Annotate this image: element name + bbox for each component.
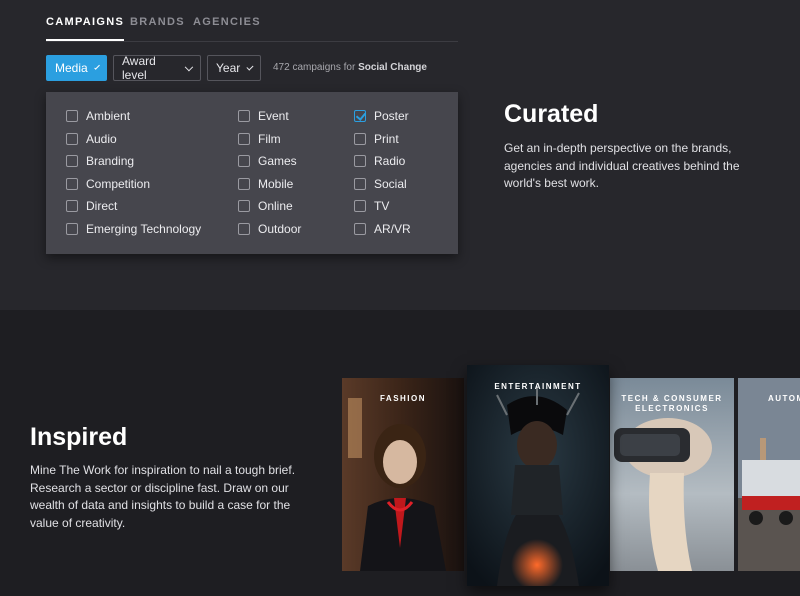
checkbox[interactable]	[354, 223, 366, 235]
option-label: Emerging Technology	[86, 222, 202, 236]
option-label: Print	[374, 132, 399, 146]
card-label: ENTERTAINMENT	[494, 382, 582, 391]
checkbox[interactable]	[354, 200, 366, 212]
year-filter-label: Year	[216, 61, 241, 75]
entertainment-image	[467, 365, 609, 586]
curated-description: Get an in-depth perspective on the brand…	[504, 141, 740, 190]
option-label: Branding	[86, 154, 135, 168]
checkbox[interactable]	[238, 178, 250, 190]
checkbox[interactable]	[354, 133, 366, 145]
media-option-online[interactable]: Online	[238, 199, 293, 213]
category-card-entertainment[interactable]: ENTERTAINMENT	[467, 365, 609, 586]
tab-agencies[interactable]: AGENCIES	[193, 16, 261, 28]
campaign-count-topic: Social Change	[358, 62, 427, 73]
browse-tabs: CAMPAIGNS BRANDS AGENCIES	[46, 0, 458, 42]
media-option-ambient[interactable]: Ambient	[66, 109, 130, 123]
option-label: Audio	[86, 132, 117, 146]
checkbox[interactable]	[354, 155, 366, 167]
category-card-fashion[interactable]: FASHION	[342, 378, 464, 571]
chevron-down-icon	[93, 63, 100, 70]
checkbox[interactable]	[66, 223, 78, 235]
media-filter-button[interactable]: Media	[46, 55, 107, 81]
option-label: AR/VR	[374, 222, 411, 236]
category-card-automotive[interactable]: AUTOM	[738, 378, 800, 571]
checkbox-checked[interactable]	[354, 110, 366, 122]
tab-campaigns[interactable]: CAMPAIGNS	[46, 16, 125, 41]
checkbox[interactable]	[66, 110, 78, 122]
checkbox[interactable]	[238, 155, 250, 167]
chevron-down-icon	[185, 62, 194, 71]
media-dropdown-menu: Ambient Audio Branding Competition Direc…	[46, 92, 458, 254]
inspired-description: Mine The Work for inspiration to nail a …	[30, 463, 296, 530]
checkbox[interactable]	[66, 178, 78, 190]
media-option-film[interactable]: Film	[238, 132, 281, 146]
option-label: Games	[258, 154, 297, 168]
curated-title: Curated	[504, 100, 599, 128]
option-label: Mobile	[258, 177, 294, 191]
year-filter-button[interactable]: Year	[207, 55, 261, 81]
media-option-event[interactable]: Event	[238, 109, 289, 123]
media-option-games[interactable]: Games	[238, 154, 297, 168]
media-option-radio[interactable]: Radio	[354, 154, 405, 168]
checkbox[interactable]	[66, 200, 78, 212]
media-option-mobile[interactable]: Mobile	[238, 177, 293, 191]
checkbox[interactable]	[238, 223, 250, 235]
media-option-poster[interactable]: Poster	[354, 109, 409, 123]
media-option-social[interactable]: Social	[354, 177, 407, 191]
option-label: Competition	[86, 177, 151, 191]
card-label: AUTOM	[768, 394, 800, 403]
media-option-ar-vr[interactable]: AR/VR	[354, 222, 411, 236]
option-label: Outdoor	[258, 222, 302, 236]
checkbox[interactable]	[66, 133, 78, 145]
award-level-filter-button[interactable]: Award level	[113, 54, 201, 82]
campaign-count-prefix: 472 campaigns for	[273, 62, 356, 73]
card-label: TECH & CONSUMER ELECTRONICS	[621, 394, 723, 413]
checkbox[interactable]	[238, 200, 250, 212]
option-label: Ambient	[86, 109, 131, 123]
campaign-count: 472 campaigns for Social Change	[273, 62, 427, 73]
media-option-emerging-technology[interactable]: Emerging Technology	[66, 222, 201, 236]
media-option-direct[interactable]: Direct	[66, 199, 117, 213]
chevron-down-icon	[246, 63, 254, 70]
option-label: Event	[258, 109, 289, 123]
option-label: Film	[258, 132, 281, 146]
browse-section: CAMPAIGNS BRANDS AGENCIES Media Award le…	[0, 0, 800, 310]
media-filter-label: Media	[55, 61, 88, 75]
option-label: Social	[374, 177, 407, 191]
media-option-outdoor[interactable]: Outdoor	[238, 222, 301, 236]
option-label: Direct	[86, 199, 118, 213]
card-label: FASHION	[379, 394, 427, 403]
checkbox[interactable]	[66, 155, 78, 167]
tab-brands[interactable]: BRANDS	[130, 16, 185, 28]
checkbox[interactable]	[238, 133, 250, 145]
option-label: TV	[374, 199, 390, 213]
award-level-filter-label: Award level	[122, 54, 156, 82]
automotive-image	[738, 378, 800, 571]
inspired-section: Inspired Mine The Work for inspiration t…	[0, 310, 800, 596]
media-option-audio[interactable]: Audio	[66, 132, 117, 146]
option-label: Poster	[374, 109, 409, 123]
media-option-branding[interactable]: Branding	[66, 154, 134, 168]
option-label: Radio	[374, 154, 406, 168]
checkbox[interactable]	[354, 178, 366, 190]
fashion-image	[342, 378, 464, 571]
inspired-title: Inspired	[30, 423, 128, 451]
category-card-tech-consumer-electronics[interactable]: TECH & CONSUMER ELECTRONICS	[610, 378, 734, 571]
media-option-tv[interactable]: TV	[354, 199, 389, 213]
media-option-competition[interactable]: Competition	[66, 177, 150, 191]
media-option-print[interactable]: Print	[354, 132, 399, 146]
checkbox[interactable]	[238, 110, 250, 122]
option-label: Online	[258, 199, 293, 213]
